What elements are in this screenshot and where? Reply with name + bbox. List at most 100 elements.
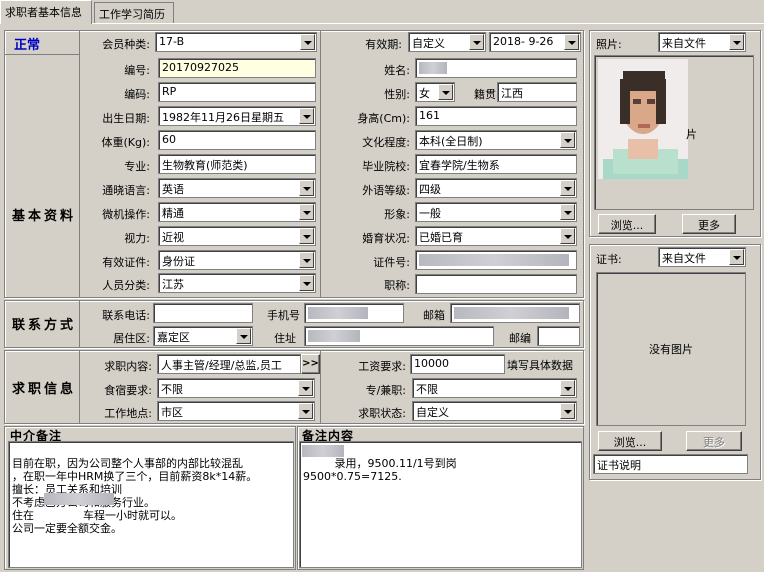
redacted-text [308,330,360,342]
certificate-description-field[interactable]: 证书说明 [593,454,748,474]
redacted-text [419,62,447,74]
memo-line: 9500*0.75=7125. [303,470,402,483]
chevron-down-icon [299,204,314,220]
job-content-field[interactable]: 人事主管/经理/总监,员工 [157,354,301,374]
computer-skill-select[interactable]: 精通 [158,202,316,222]
appearance-label: 形象: [384,208,410,221]
mobile-field[interactable] [304,303,404,323]
redacted-text [44,493,114,505]
school-field[interactable]: 宜春学院/生物系 [415,154,577,174]
tab-basic-info[interactable]: 求职者基本信息 [0,0,92,24]
email-label: 邮箱 [423,309,445,322]
chevron-down-icon [560,180,575,196]
membership-select[interactable]: 17-B [155,32,317,52]
marital-label: 婚育状况: [362,232,410,245]
vision-select[interactable]: 近视 [158,226,316,246]
validity-label: 有效期: [365,38,402,51]
gender-label: 性别: [384,88,410,101]
chevron-down-icon [300,34,315,50]
foreign-level-select[interactable]: 四级 [415,178,577,198]
chevron-down-icon [729,34,744,50]
code-label: 编码: [124,88,150,101]
chevron-down-icon [236,328,251,344]
weight-field[interactable]: 60 [158,130,316,150]
chevron-down-icon [298,403,313,419]
phone-field[interactable] [153,303,253,323]
document-number-field[interactable] [415,250,577,270]
language-label: 通晓语言: [102,184,150,197]
category-label: 人员分类: [102,279,150,292]
job-type-select[interactable]: 不限 [412,378,577,398]
job-status-label: 求职状态: [358,407,406,420]
education-select[interactable]: 本科(全日制) [415,130,577,150]
document-number-label: 证件号: [373,256,410,269]
chevron-down-icon [560,204,575,220]
validity-mode-select[interactable]: 自定义 [408,32,486,52]
native-label: 籍贯 [474,88,496,101]
tab-divider [0,23,764,24]
salary-label: 工资要求: [358,360,406,373]
name-label: 姓名: [384,64,410,77]
major-label: 专业: [124,160,150,173]
education-label: 文化程度: [362,136,410,149]
membership-label: 会员种类: [102,38,150,51]
notes-memo-textarea[interactable]: 录用，9500.11/1号到岗 9500*0.75=7125. [299,441,582,568]
certificate-label: 证书: [596,253,622,266]
memo-line: 目前在职，因为公司整个人事部的内部比较混乱 [12,457,243,470]
native-field[interactable]: 江西 [497,82,577,102]
zip-field[interactable] [537,326,580,346]
code-field[interactable]: RP [158,82,316,102]
mobile-label: 手机号 [267,309,300,322]
address-field[interactable] [304,326,494,346]
section-job: 求职信息 [12,382,77,397]
school-label: 毕业院校: [362,160,410,173]
height-field[interactable]: 161 [415,106,577,126]
photo-frame: 片 [594,55,754,210]
email-field[interactable] [450,303,580,323]
job-content-more-button[interactable]: >> [301,354,320,374]
language-select[interactable]: 英语 [158,178,316,198]
professional-title-field[interactable] [415,274,577,294]
computer-skill-label: 微机操作: [102,208,150,221]
id-document-label: 有效证件: [102,256,150,269]
birth-date-picker[interactable]: 1982年11月26日星期五 [158,106,316,126]
work-location-select[interactable]: 市区 [157,401,315,421]
vision-label: 视力: [124,232,150,245]
chevron-down-icon [560,380,575,396]
district-select[interactable]: 嘉定区 [153,326,253,346]
certificate-source-select[interactable]: 来自文件 [658,247,746,267]
appearance-select[interactable]: 一般 [415,202,577,222]
id-field[interactable]: 20170927025 [158,58,316,78]
board-select[interactable]: 不限 [157,378,315,398]
job-status-select[interactable]: 自定义 [412,401,577,421]
chevron-down-icon [299,108,314,124]
chevron-down-icon [469,34,484,50]
weight-label: 体重(Kg): [101,136,151,149]
redacted-text [302,445,344,457]
category-select[interactable]: 江苏 [158,273,316,293]
foreign-level-label: 外语等级: [362,184,410,197]
tab-work-study-history[interactable]: 工作学习简历 [94,2,174,23]
major-field[interactable]: 生物教育(师范类) [158,154,316,174]
name-field[interactable] [415,58,577,78]
chevron-down-icon [729,249,744,265]
memo-line: 住在 车程一小时就可以。 [12,509,182,522]
zip-label: 邮编 [509,332,531,345]
section-contact: 联系方式 [12,318,77,333]
tab-bar: 求职者基本信息 工作学习简历 [0,0,764,24]
professional-title-label: 职称: [384,279,410,292]
photo-more-button[interactable]: 更多 [682,214,736,234]
certificate-more-button[interactable]: 更多 [686,431,742,451]
id-document-select[interactable]: 身份证 [158,250,316,270]
salary-field[interactable]: 10000 [410,354,505,374]
certificate-browse-button[interactable]: 浏览... [598,431,662,451]
chevron-down-icon [560,403,575,419]
photo-source-select[interactable]: 来自文件 [658,32,746,52]
chevron-down-icon [299,252,314,268]
gender-select[interactable]: 女 [415,82,455,102]
photo-browse-button[interactable]: 浏览... [598,214,656,234]
validity-date-picker[interactable]: 2018- 9-26 [489,32,581,52]
height-label: 身高(Cm): [357,112,410,125]
marital-select[interactable]: 已婚已育 [415,226,577,246]
status-label: 正常 [14,38,41,53]
